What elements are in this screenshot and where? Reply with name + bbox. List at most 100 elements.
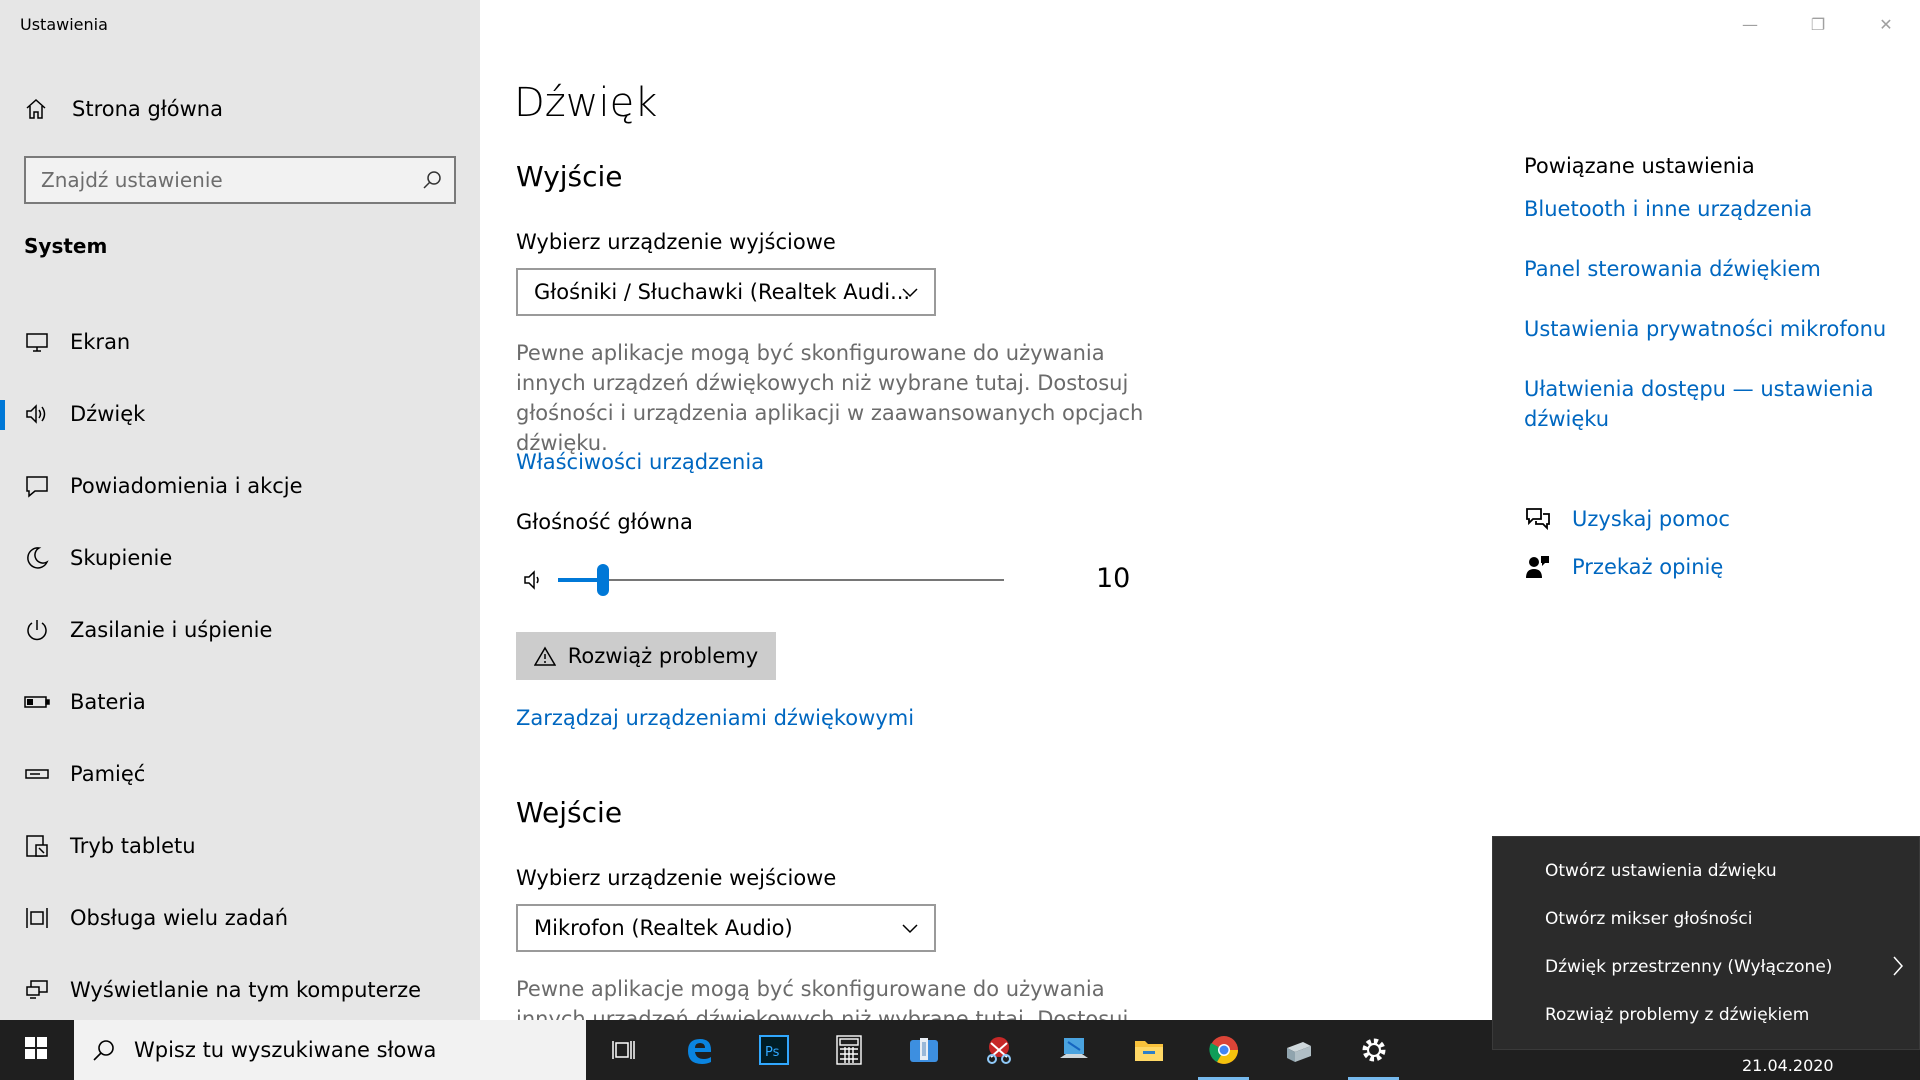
start-button[interactable]	[0, 1020, 72, 1080]
bluetooth-link[interactable]: Bluetooth i inne urządzenia	[1524, 194, 1894, 224]
sidebar-item-label: Skupienie	[70, 546, 173, 570]
home-link[interactable]: Strona główna	[24, 92, 223, 126]
troubleshoot-button[interactable]: Rozwiąż problemy	[516, 632, 776, 680]
file-explorer-icon[interactable]	[1111, 1020, 1186, 1080]
device-properties-link[interactable]: Właściwości urządzenia	[516, 450, 764, 474]
feedback-label: Przekaż opinię	[1572, 555, 1724, 579]
taskbar-date: 21.04.2020	[1742, 1056, 1834, 1075]
search-icon[interactable]	[422, 170, 442, 195]
moon-icon	[24, 545, 50, 571]
sidebar-item-ekran[interactable]: Ekran	[0, 306, 480, 378]
microphone-privacy-link[interactable]: Ustawienia prywatności mikrofonu	[1524, 314, 1894, 344]
page-title: Dźwięk	[514, 80, 658, 126]
sidebar-item-bateria[interactable]: Bateria	[0, 666, 480, 738]
sidebar-nav: Ekran Dźwięk Powiadomienia i akcje Skupi…	[0, 306, 480, 1026]
sound-context-menu: Otwórz ustawienia dźwięku Otwórz mikser …	[1492, 836, 1920, 1050]
sidebar-item-zasilanie[interactable]: Zasilanie i uśpienie	[0, 594, 480, 666]
warning-icon	[533, 646, 556, 666]
device-icon[interactable]	[1261, 1020, 1336, 1080]
snipping-icon[interactable]	[961, 1020, 1036, 1080]
taskbar-search-placeholder: Wpisz tu wyszukiwane słowa	[134, 1038, 437, 1062]
sound-control-panel-link[interactable]: Panel sterowania dźwiękiem	[1524, 254, 1894, 284]
volume-slider-track	[558, 579, 1004, 581]
input-device-dropdown[interactable]: Mikrofon (Realtek Audio)	[516, 904, 936, 952]
ease-of-access-audio-link[interactable]: Ułatwienia dostępu — ustawienia dźwięku	[1524, 374, 1894, 434]
window-controls: — ❐ ✕	[1716, 0, 1920, 48]
input-device-label: Wybierz urządzenie wejściowe	[516, 866, 837, 890]
sidebar-item-label: Obsługa wielu zadań	[70, 906, 289, 930]
sidebar-item-label: Zasilanie i uśpienie	[70, 618, 273, 642]
files-icon[interactable]	[886, 1020, 961, 1080]
sidebar-item-dzwiek[interactable]: Dźwięk	[0, 378, 480, 450]
edge-icon[interactable]	[661, 1020, 736, 1080]
close-button[interactable]: ✕	[1852, 0, 1920, 48]
volume-slider[interactable]	[522, 560, 1162, 600]
get-help-label: Uzyskaj pomoc	[1572, 507, 1730, 531]
power-icon	[24, 617, 50, 643]
section-label-system: System	[24, 234, 108, 258]
restore-button[interactable]: ❐	[1784, 0, 1852, 48]
sidebar-item-wiele-zadan[interactable]: Obsługa wielu zadań	[0, 882, 480, 954]
minimize-button[interactable]: —	[1716, 0, 1784, 48]
output-description: Pewne aplikacje mogą być skonfigurowane …	[516, 341, 1144, 455]
sidebar-item-label: Wyświetlanie na tym komputerze	[70, 978, 422, 1002]
restore-icon: ❐	[1810, 14, 1826, 34]
input-device-value: Mikrofon (Realtek Audio)	[534, 916, 793, 940]
chevron-down-icon	[900, 282, 920, 307]
svg-text:Ps: Ps	[765, 1045, 780, 1060]
sidebar-item-label: Pamięć	[70, 762, 146, 786]
laptop-icon[interactable]	[1036, 1020, 1111, 1080]
settings-search-input[interactable]: Znajdź ustawienie	[24, 156, 456, 204]
volume-slider-thumb[interactable]	[596, 564, 609, 596]
minimize-icon: —	[1742, 14, 1758, 34]
photoshop-icon[interactable]: Ps	[736, 1020, 811, 1080]
feedback-link[interactable]: Przekaż opinię	[1524, 554, 1723, 580]
sidebar-item-wyswietlanie[interactable]: Wyświetlanie na tym komputerze	[0, 954, 480, 1026]
multitasking-icon	[24, 905, 50, 931]
sidebar-item-label: Ekran	[70, 330, 131, 354]
home-icon	[24, 97, 52, 121]
volume-slider-fill	[558, 578, 603, 582]
settings-icon[interactable]	[1336, 1020, 1411, 1080]
display-icon	[24, 329, 50, 355]
volume-value: 10	[1096, 563, 1131, 594]
speaker-mute-icon[interactable]	[522, 568, 546, 596]
calculator-icon[interactable]	[811, 1020, 886, 1080]
projecting-icon	[24, 977, 50, 1003]
chevron-down-icon	[900, 918, 920, 943]
sidebar: Ustawienia Strona główna Znajdź ustawien…	[0, 0, 480, 1020]
input-description: Pewne aplikacje mogą być skonfigurowane …	[516, 977, 1129, 1020]
output-device-dropdown[interactable]: Głośniki / Słuchawki (Realtek Audi...	[516, 268, 936, 316]
taskbar-search-input[interactable]: Wpisz tu wyszukiwane słowa	[74, 1020, 586, 1080]
menu-item-open-volume-mixer[interactable]: Otwórz mikser głośności	[1545, 909, 1753, 929]
battery-icon	[24, 689, 50, 715]
output-device-label: Wybierz urządzenie wyjściowe	[516, 230, 836, 254]
tablet-icon	[24, 833, 50, 859]
app-title: Ustawienia	[20, 15, 108, 34]
windows-logo-icon	[24, 1036, 48, 1064]
taskbar-apps: Ps	[586, 1020, 1411, 1080]
get-help-link[interactable]: Uzyskaj pomoc	[1524, 506, 1730, 532]
sidebar-item-tryb-tabletu[interactable]: Tryb tabletu	[0, 810, 480, 882]
sidebar-item-label: Powiadomienia i akcje	[70, 474, 303, 498]
sidebar-item-pamiec[interactable]: Pamięć	[0, 738, 480, 810]
manage-sound-devices-link[interactable]: Zarządzaj urządzeniami dźwiękowymi	[516, 706, 914, 730]
close-icon: ✕	[1879, 14, 1893, 34]
menu-item-troubleshoot-sound[interactable]: Rozwiąż problemy z dźwiękiem	[1545, 1005, 1809, 1025]
search-placeholder: Znajdź ustawienie	[41, 168, 223, 192]
task-view-icon[interactable]	[586, 1020, 661, 1080]
volume-label: Głośność główna	[516, 510, 693, 534]
sidebar-item-label: Tryb tabletu	[70, 834, 196, 858]
chrome-icon[interactable]	[1186, 1020, 1261, 1080]
sidebar-item-skupienie[interactable]: Skupienie	[0, 522, 480, 594]
related-settings-title: Powiązane ustawienia	[1524, 154, 1755, 178]
chevron-right-icon	[1891, 955, 1905, 981]
sidebar-item-label: Dźwięk	[70, 402, 146, 426]
sidebar-item-label: Bateria	[70, 690, 146, 714]
sidebar-item-powiadomienia[interactable]: Powiadomienia i akcje	[0, 450, 480, 522]
menu-item-open-sound-settings[interactable]: Otwórz ustawienia dźwięku	[1545, 861, 1777, 881]
storage-icon	[24, 761, 50, 787]
input-heading: Wejście	[516, 796, 623, 829]
menu-item-spatial-sound[interactable]: Dźwięk przestrzenny (Wyłączone)	[1545, 957, 1832, 977]
feedback-icon	[1524, 554, 1554, 580]
